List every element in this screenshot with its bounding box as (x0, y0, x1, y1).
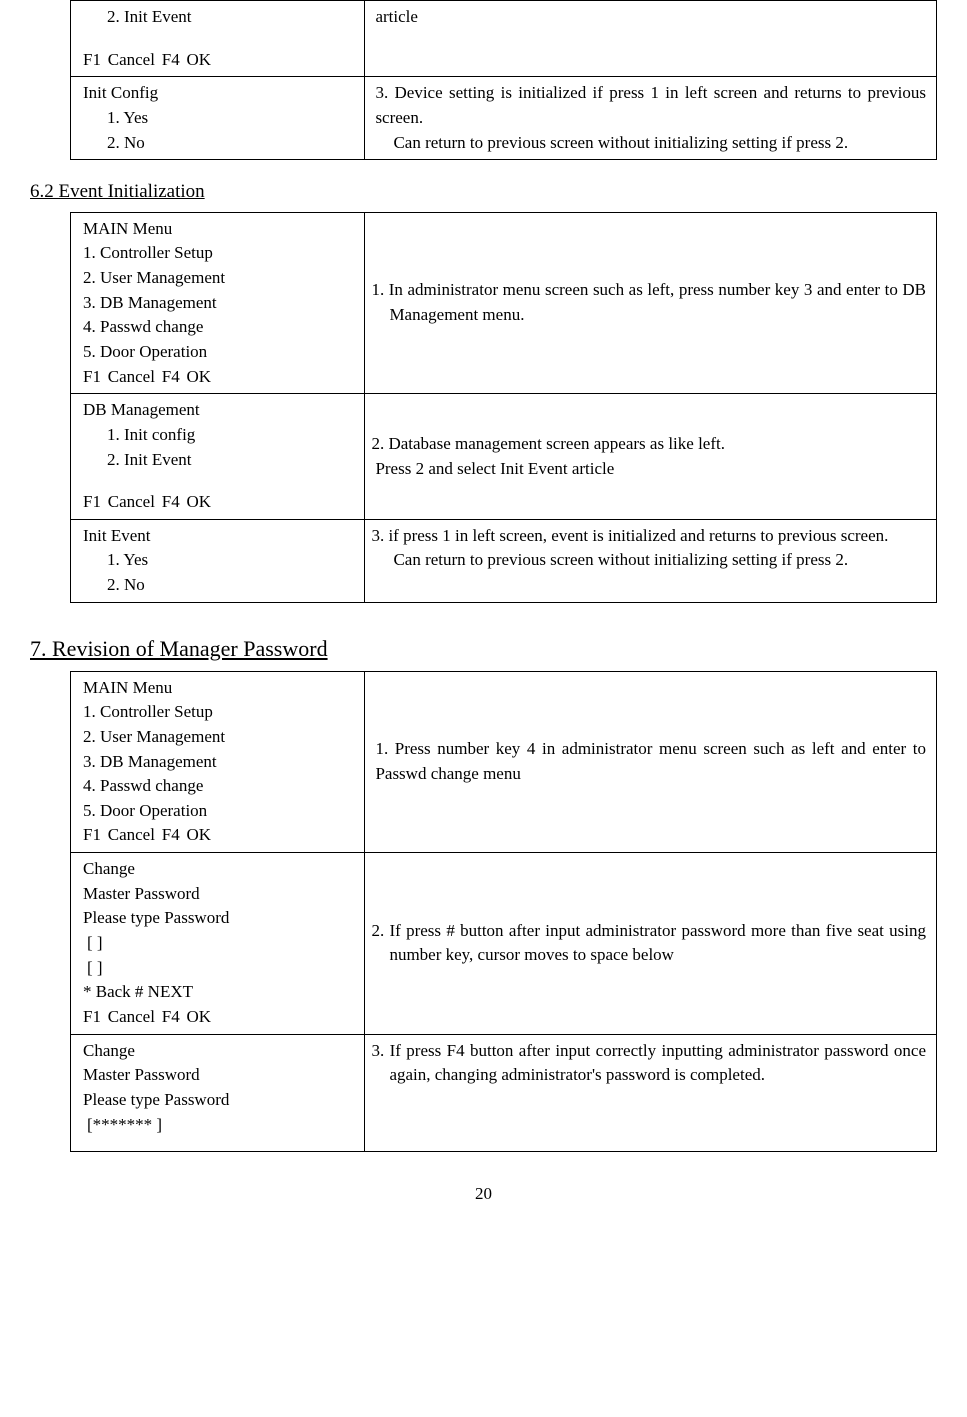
desc-text: 1. Press number key 4 in administrator m… (371, 737, 930, 786)
desc-cell: 3. If press F4 button after input correc… (365, 1034, 937, 1152)
desc-text: article (371, 5, 930, 30)
desc-text: 3. Device setting is initialized if pres… (371, 81, 930, 130)
table: MAIN Menu 1. Controller Setup 2. User Ma… (70, 212, 937, 603)
menu-item: 2. No (77, 573, 358, 598)
password-field-empty: [ ] (77, 956, 358, 981)
desc-text: 1. In administrator menu screen such as … (371, 278, 930, 327)
table-row: Init Event 1. Yes 2. No 3. if press 1 in… (71, 519, 937, 602)
screen-cell: MAIN Menu 1. Controller Setup 2. User Ma… (71, 671, 365, 852)
table: MAIN Menu 1. Controller Setup 2. User Ma… (70, 671, 937, 1153)
menu-item: 2. User Management (77, 266, 358, 291)
footer-line: F1 Cancel F4 OK (77, 823, 358, 848)
menu-item: 3. DB Management (77, 750, 358, 775)
desc-text: Can return to previous screen without in… (371, 131, 930, 156)
menu-item: 2. No (77, 131, 358, 156)
menu-title: Init Config (77, 81, 358, 106)
password-field-filled: [******* ] (77, 1113, 358, 1138)
desc-cell: 1. In administrator menu screen such as … (365, 212, 937, 393)
menu-text: Please type Password (77, 906, 358, 931)
desc-text: Can return to previous screen without in… (371, 548, 930, 573)
menu-text: Master Password (77, 1063, 358, 1088)
menu-title: MAIN Menu (77, 217, 358, 242)
menu-item: 5. Door Operation (77, 340, 358, 365)
table-row: DB Management 1. Init config 2. Init Eve… (71, 394, 937, 520)
desc-cell: 2. If press # button after input adminis… (365, 853, 937, 1034)
table-6-1-continued: 2. Init Event F1 Cancel F4 OK article In… (70, 0, 937, 160)
table-row: MAIN Menu 1. Controller Setup 2. User Ma… (71, 212, 937, 393)
menu-item: 2. Init Event (77, 5, 358, 30)
footer-line: F1 Cancel F4 OK (77, 48, 358, 73)
menu-item: 4. Passwd change (77, 315, 358, 340)
desc-text: 3. if press 1 in left screen, event is i… (371, 524, 930, 549)
screen-cell: DB Management 1. Init config 2. Init Eve… (71, 394, 365, 520)
screen-cell: Init Event 1. Yes 2. No (71, 519, 365, 602)
menu-title: Init Event (77, 524, 358, 549)
menu-item: 4. Passwd change (77, 774, 358, 799)
table-6-2: MAIN Menu 1. Controller Setup 2. User Ma… (70, 212, 937, 603)
table-row: Change Master Password Please type Passw… (71, 853, 937, 1034)
table-row: Init Config 1. Yes 2. No 3. Device setti… (71, 77, 937, 160)
page-number: 20 (30, 1182, 937, 1207)
footer-line: F1 Cancel F4 OK (77, 490, 358, 515)
screen-cell: Change Master Password Please type Passw… (71, 853, 365, 1034)
section-title-6-2: 6.2 Event Initialization (30, 178, 937, 206)
desc-text: 3. If press F4 button after input correc… (371, 1039, 930, 1088)
screen-cell: Init Config 1. Yes 2. No (71, 77, 365, 160)
desc-text: 2. Database management screen appears as… (371, 432, 930, 457)
menu-title: DB Management (77, 398, 358, 423)
desc-text: Press 2 and select Init Event article (371, 457, 930, 482)
screen-cell: 2. Init Event F1 Cancel F4 OK (71, 1, 365, 77)
menu-item: 1. Yes (77, 106, 358, 131)
password-field-empty: [ ] (77, 931, 358, 956)
desc-cell: 3. Device setting is initialized if pres… (365, 77, 937, 160)
menu-text: Change (77, 1039, 358, 1064)
menu-text: Please type Password (77, 1088, 358, 1113)
table-row: MAIN Menu 1. Controller Setup 2. User Ma… (71, 671, 937, 852)
desc-cell: 2. Database management screen appears as… (365, 394, 937, 520)
menu-item: 1. Yes (77, 548, 358, 573)
nav-line: * Back # NEXT (77, 980, 358, 1005)
menu-text: Change (77, 857, 358, 882)
menu-item: 5. Door Operation (77, 799, 358, 824)
menu-item: 2. User Management (77, 725, 358, 750)
menu-item: 1. Controller Setup (77, 241, 358, 266)
screen-cell: Change Master Password Please type Passw… (71, 1034, 365, 1152)
table-row: 2. Init Event F1 Cancel F4 OK article (71, 1, 937, 77)
desc-text: 2. If press # button after input adminis… (371, 919, 930, 968)
footer-line: F1 Cancel F4 OK (77, 1005, 358, 1030)
table-row: Change Master Password Please type Passw… (71, 1034, 937, 1152)
menu-item: 1. Init config (77, 423, 358, 448)
desc-cell: 3. if press 1 in left screen, event is i… (365, 519, 937, 602)
menu-item: 3. DB Management (77, 291, 358, 316)
desc-cell: 1. Press number key 4 in administrator m… (365, 671, 937, 852)
menu-text: Master Password (77, 882, 358, 907)
table: 2. Init Event F1 Cancel F4 OK article In… (70, 0, 937, 160)
screen-cell: MAIN Menu 1. Controller Setup 2. User Ma… (71, 212, 365, 393)
menu-item: 1. Controller Setup (77, 700, 358, 725)
section-title-7: 7. Revision of Manager Password (30, 633, 937, 665)
menu-title: MAIN Menu (77, 676, 358, 701)
desc-cell: article (365, 1, 937, 77)
menu-item: 2. Init Event (77, 448, 358, 473)
table-7: MAIN Menu 1. Controller Setup 2. User Ma… (70, 671, 937, 1153)
footer-line: F1 Cancel F4 OK (77, 365, 358, 390)
